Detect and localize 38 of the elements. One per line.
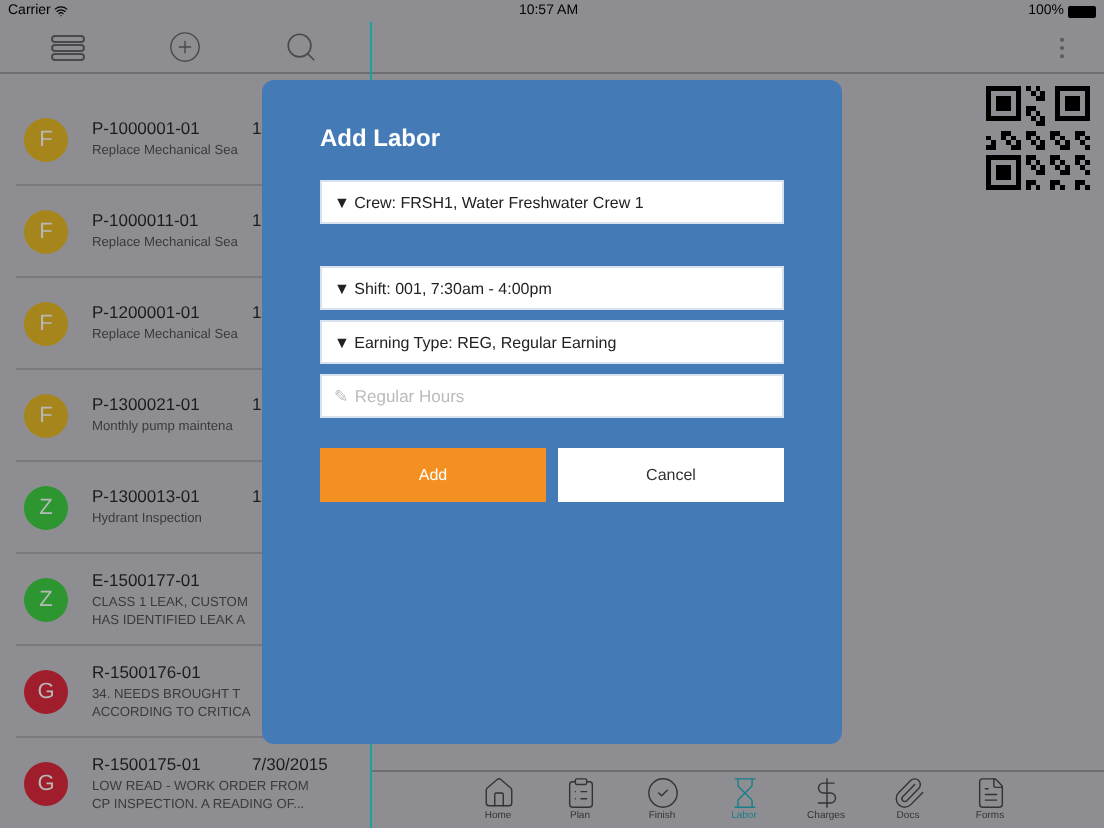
docs-icon	[891, 776, 925, 810]
work-order-id: P-1000001-01	[92, 118, 202, 138]
avatar: Z	[24, 485, 68, 529]
work-order-date: 1	[252, 118, 262, 138]
qr-code	[986, 86, 1090, 190]
input-field[interactable]: ✎ Regular Hours	[320, 374, 784, 418]
work-order-date: 1	[252, 394, 262, 414]
add-icon[interactable]	[167, 30, 201, 64]
battery-icon	[1068, 5, 1096, 17]
finish-icon	[645, 776, 679, 810]
work-order-id: E-1500177-01	[92, 569, 202, 589]
work-order-date: 1	[252, 210, 262, 230]
avatar: Z	[24, 577, 68, 621]
menu-icon[interactable]	[49, 33, 85, 61]
work-order-date: 1	[252, 486, 262, 506]
dropdown-field[interactable]: ▼ Crew: FRSH1, Water Freshwater Crew 1	[320, 180, 784, 224]
work-order-id: R-1500176-01	[92, 661, 203, 681]
dropdown-field[interactable]: ▼ Earning Type: REG, Regular Earning	[320, 320, 784, 364]
avatar: F	[24, 393, 68, 437]
work-order-id: P-1200001-01	[92, 302, 202, 322]
wifi-icon	[54, 4, 69, 18]
avatar: F	[24, 209, 68, 253]
forms-icon	[973, 776, 1007, 810]
work-order-date: 1	[252, 302, 262, 322]
avatar: F	[24, 117, 68, 161]
work-order-id: P-1300021-01	[92, 394, 202, 414]
home-icon	[481, 776, 515, 810]
plan-icon	[563, 776, 597, 810]
work-order-id: P-1300013-01	[92, 486, 202, 506]
work-order-date: 7/30/2015	[252, 753, 328, 773]
avatar: F	[24, 301, 68, 345]
avatar: G	[24, 761, 68, 805]
dropdown-field[interactable]: ▼ Shift: 001, 7:30am - 4:00pm	[320, 266, 784, 310]
avatar: G	[24, 669, 68, 713]
work-order-id: R-1500175-01	[92, 753, 203, 773]
cancel-button[interactable]: Cancel	[558, 448, 784, 502]
search-icon[interactable]	[283, 30, 317, 64]
work-order-id: P-1000011-01	[92, 210, 201, 230]
